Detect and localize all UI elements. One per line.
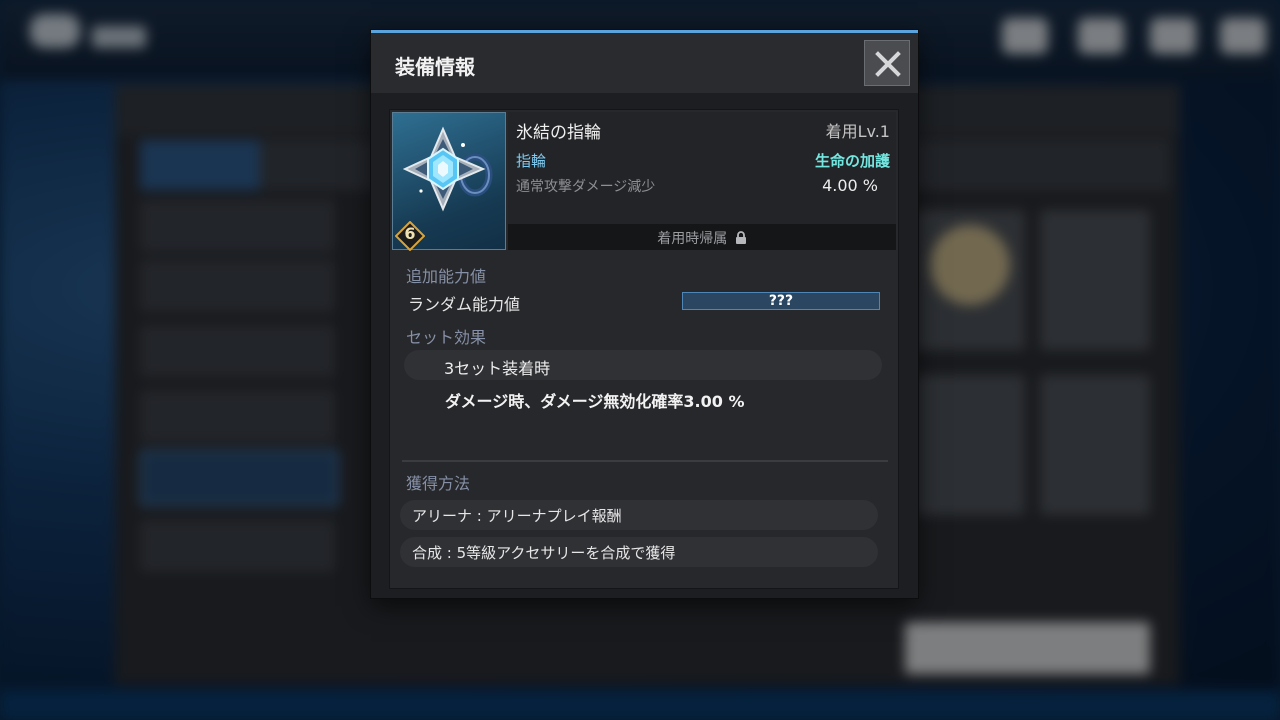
item-icon-frame: 6 — [392, 112, 506, 252]
item-type: 指輪 — [516, 152, 547, 170]
dialog-header: 装備情報 — [371, 33, 918, 93]
item-set-name: 生命の加護 — [814, 152, 890, 170]
divider — [402, 460, 888, 462]
bind-label: 着用時帰属 — [657, 231, 728, 247]
bind-status: 着用時帰属 — [508, 224, 896, 250]
item-stat-value: 4.00 % — [822, 176, 878, 195]
lock-icon — [735, 231, 746, 244]
equipment-info-dialog: 装備情報 6 氷結の指輪 着用Lv.1 指輪 生命の加護 通常攻撃ダメージ減少 … — [371, 30, 918, 598]
grade-badge: 6 — [394, 220, 426, 252]
close-button[interactable] — [864, 40, 910, 86]
set-effect-text: ダメージ時、ダメージ無効化確率3.00 % — [445, 392, 745, 411]
acquisition-method: 合成 : 5等級アクセサリーを合成で獲得 — [400, 537, 878, 567]
random-stat-label: ランダム能力値 — [408, 295, 521, 314]
random-stat-bar: ??? — [682, 292, 880, 310]
bind-status-text: 着用時帰属 — [508, 228, 896, 248]
acquisition-method-text: アリーナ : アリーナプレイ報酬 — [412, 507, 622, 525]
acquisition-method-text: 合成 : 5等級アクセサリーを合成で獲得 — [412, 544, 676, 562]
random-stat-value: ??? — [768, 293, 794, 309]
acquisition-method: アリーナ : アリーナプレイ報酬 — [400, 500, 878, 530]
set-effect-heading: セット効果 — [406, 328, 487, 347]
dialog-body: 6 氷結の指輪 着用Lv.1 指輪 生命の加護 通常攻撃ダメージ減少 4.00 … — [389, 109, 899, 589]
dialog-title: 装備情報 — [395, 55, 475, 79]
grade-number: 6 — [404, 224, 416, 243]
set-condition-text: 3セット装着時 — [444, 359, 551, 378]
item-stat-label: 通常攻撃ダメージ減少 — [516, 179, 656, 195]
frost-ring-icon — [403, 126, 493, 212]
close-icon — [875, 51, 901, 77]
item-info: 氷結の指輪 着用Lv.1 指輪 生命の加護 通常攻撃ダメージ減少 4.00 % — [508, 112, 896, 224]
item-level: 着用Lv.1 — [825, 122, 890, 141]
additional-stats-heading: 追加能力値 — [406, 267, 487, 286]
acquisition-heading: 獲得方法 — [406, 474, 471, 493]
item-name: 氷結の指輪 — [516, 123, 601, 143]
set-condition: 3セット装着時 — [404, 350, 882, 380]
